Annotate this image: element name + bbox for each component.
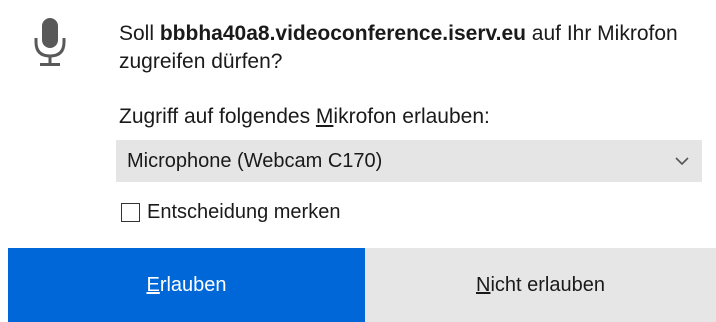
device-label-accelerator: M — [315, 105, 334, 128]
site-host: bbbha40a8.videoconference.iserv.eu — [159, 22, 526, 45]
chevron-down-icon[interactable] — [673, 141, 691, 181]
dialog-footer: Erlauben Nicht erlauben — [8, 248, 716, 322]
microphone-select-value: Microphone (Webcam C170) — [127, 150, 383, 172]
allow-accelerator: E — [146, 273, 160, 296]
deny-accelerator: N — [476, 273, 491, 296]
permission-prompt: Soll bbbha40a8.videoconference.iserv.eu … — [119, 20, 679, 76]
remember-decision-label[interactable]: Entscheidung merken — [147, 198, 340, 226]
prompt-prefix: Soll — [119, 22, 160, 45]
microphone-icon — [33, 16, 67, 72]
deny-button[interactable]: Nicht erlauben — [365, 248, 716, 322]
remember-decision-row[interactable]: Entscheidung merken — [121, 198, 340, 226]
device-select-label: Zugriff auf folgendes Mikrofon erlauben: — [119, 103, 490, 131]
allow-button[interactable]: Erlauben — [8, 248, 365, 322]
device-label-part1: Zugriff auf folgendes — [119, 105, 316, 128]
device-label-part2: ikrofon erlauben: — [333, 105, 490, 128]
allow-label: rlauben — [159, 273, 227, 296]
microphone-select[interactable]: Microphone (Webcam C170) — [116, 140, 702, 182]
deny-label: icht erlauben — [490, 273, 605, 296]
remember-decision-checkbox[interactable] — [121, 202, 140, 222]
